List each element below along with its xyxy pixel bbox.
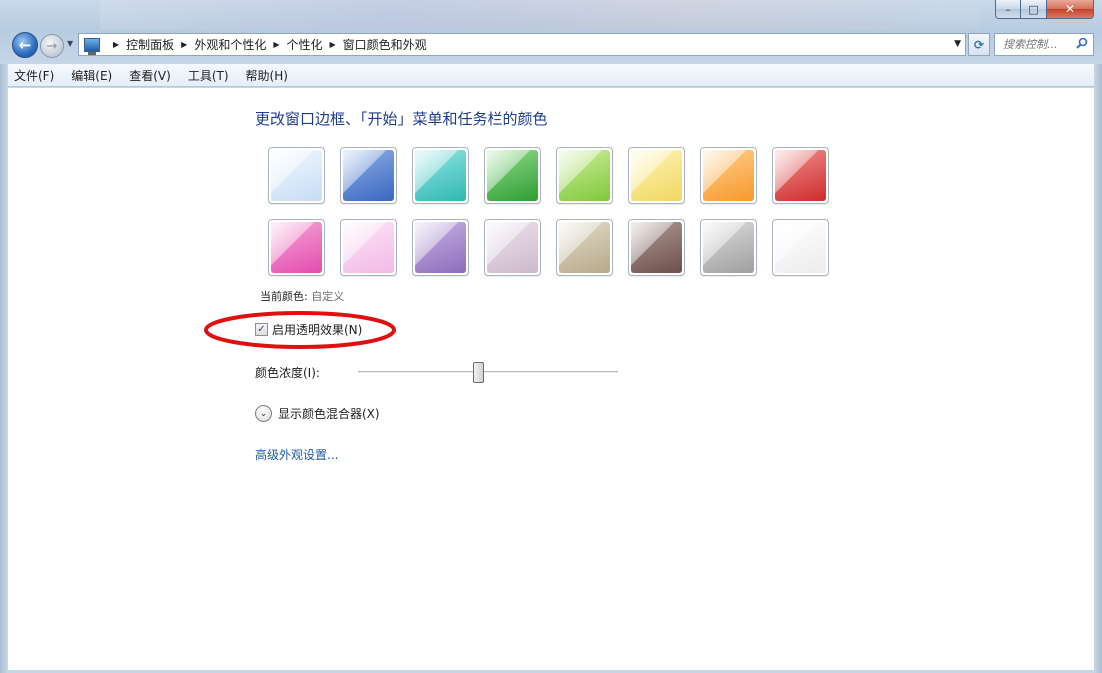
window-border-right [1094, 64, 1102, 673]
color-intensity-slider-track[interactable] [358, 371, 618, 373]
menu-edit[interactable]: 编辑(E) [71, 67, 112, 84]
color-mixer-label[interactable]: 显示颜色混合器(X) [278, 405, 380, 422]
recent-pages-dropdown[interactable]: ▼ [67, 39, 73, 48]
red-annotation-ellipse [204, 311, 396, 349]
color-swatch[interactable] [484, 219, 541, 276]
color-swatch-gloss [559, 150, 610, 201]
color-swatch[interactable] [628, 147, 685, 204]
color-swatch-gloss [631, 150, 682, 201]
current-color-value: 自定义 [311, 290, 345, 303]
search-input[interactable] [1003, 38, 1079, 51]
color-swatch-gloss [415, 222, 466, 273]
color-swatch[interactable] [556, 219, 613, 276]
color-swatch[interactable] [772, 219, 829, 276]
breadcrumb-control-panel[interactable]: 控制面板 [126, 36, 174, 53]
breadcrumb-separator-icon[interactable]: ▶ [330, 40, 336, 49]
color-swatch[interactable] [556, 147, 613, 204]
breadcrumb-window-color[interactable]: 窗口颜色和外观 [343, 36, 427, 53]
color-swatch-gloss [343, 222, 394, 273]
address-bar[interactable]: ▶ 控制面板 ▶ 外观和个性化 ▶ 个性化 ▶ 窗口颜色和外观 ▼ [78, 33, 966, 56]
menu-view[interactable]: 查看(V) [129, 67, 171, 84]
color-swatch[interactable] [412, 219, 469, 276]
close-button[interactable]: ✕ [1047, 0, 1094, 19]
color-swatch-gloss [775, 150, 826, 201]
color-swatch[interactable] [772, 147, 829, 204]
refresh-button[interactable]: ⟳ [968, 33, 990, 56]
advanced-appearance-link[interactable]: 高级外观设置... [255, 446, 338, 463]
address-history-dropdown[interactable]: ▼ [954, 39, 961, 49]
minimize-button[interactable]: – [995, 0, 1021, 19]
color-swatch[interactable] [484, 147, 541, 204]
breadcrumb-personalization[interactable]: 个性化 [287, 36, 323, 53]
caption-buttons: – □ ✕ [995, 0, 1094, 20]
color-swatch-gloss [271, 222, 322, 273]
window-border-left [0, 64, 8, 673]
breadcrumb-separator-icon[interactable]: ▶ [181, 40, 187, 49]
color-swatch-gloss [775, 222, 826, 273]
forward-button[interactable]: → [40, 34, 64, 58]
menu-file[interactable]: 文件(F) [14, 67, 54, 84]
color-swatch[interactable] [700, 147, 757, 204]
color-swatch-gloss [487, 222, 538, 273]
color-swatch[interactable] [340, 147, 397, 204]
current-color-row: 当前颜色: 自定义 [260, 288, 344, 304]
menu-help[interactable]: 帮助(H) [246, 67, 288, 84]
computer-icon [84, 37, 100, 55]
color-intensity-label: 颜色浓度(I): [255, 366, 320, 380]
color-swatch[interactable] [412, 147, 469, 204]
search-icon[interactable] [1076, 37, 1088, 49]
color-swatch[interactable] [340, 219, 397, 276]
color-swatch-gloss [415, 150, 466, 201]
color-swatch-gloss [631, 222, 682, 273]
color-swatch-gloss [703, 222, 754, 273]
color-swatch[interactable] [628, 219, 685, 276]
search-box[interactable] [994, 33, 1094, 56]
color-swatch-gloss [271, 150, 322, 201]
breadcrumb-separator-icon[interactable]: ▶ [113, 40, 119, 49]
color-intensity-slider-thumb[interactable] [472, 362, 484, 383]
color-swatch-gloss [487, 150, 538, 201]
color-swatch-gloss [703, 150, 754, 201]
current-color-label: 当前颜色: [260, 290, 308, 303]
menu-bar: 文件(F) 编辑(E) 查看(V) 工具(T) 帮助(H) [8, 64, 1094, 87]
content-area: 更改窗口边框、「开始」菜单和任务栏的颜色 当前颜色: 自定义 ✓ 启用透明效果(… [8, 88, 1094, 670]
page-title: 更改窗口边框、「开始」菜单和任务栏的颜色 [255, 110, 548, 128]
color-swatch-gloss [559, 222, 610, 273]
breadcrumb-separator-icon[interactable]: ▶ [273, 40, 279, 49]
window-frame: – □ ✕ ← → ▼ ▶ 控制面板 ▶ 外观和个性化 ▶ 个性化 ▶ 窗口颜色… [0, 0, 1102, 673]
color-swatch-gloss [343, 150, 394, 201]
title-bar-background [100, 0, 980, 30]
breadcrumb: ▶ 控制面板 ▶ 外观和个性化 ▶ 个性化 ▶ 窗口颜色和外观 [106, 36, 427, 53]
color-swatch[interactable] [268, 147, 325, 204]
color-mixer-toggle[interactable]: ⌄ 显示颜色混合器(X) [255, 405, 380, 422]
menu-tools[interactable]: 工具(T) [188, 67, 229, 84]
breadcrumb-appearance[interactable]: 外观和个性化 [194, 36, 266, 53]
back-button[interactable]: ← [12, 32, 38, 58]
color-swatch[interactable] [700, 219, 757, 276]
color-swatch[interactable] [268, 219, 325, 276]
chevron-down-icon[interactable]: ⌄ [255, 405, 272, 422]
maximize-button[interactable]: □ [1021, 0, 1047, 19]
navigation-bar: ← → ▼ ▶ 控制面板 ▶ 外观和个性化 ▶ 个性化 ▶ 窗口颜色和外观 ▼ … [10, 31, 1094, 59]
